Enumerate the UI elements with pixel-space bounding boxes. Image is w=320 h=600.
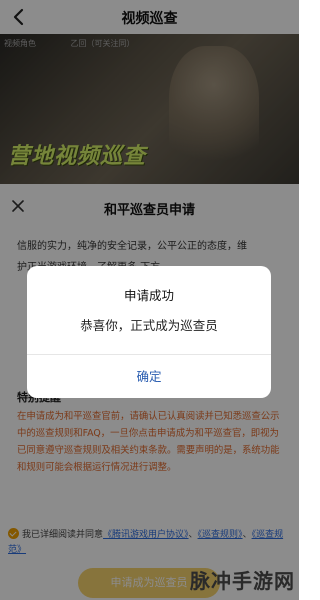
success-dialog: 申请成功 恭喜你，正式成为巡查员 确定 — [27, 266, 271, 398]
watermark-logo: 脉冲手游网 — [190, 569, 295, 593]
dialog-message: 恭喜你，正式成为巡查员 — [80, 318, 218, 333]
dialog-title: 申请成功 — [123, 288, 174, 303]
confirm-button[interactable]: 确定 — [27, 355, 271, 398]
